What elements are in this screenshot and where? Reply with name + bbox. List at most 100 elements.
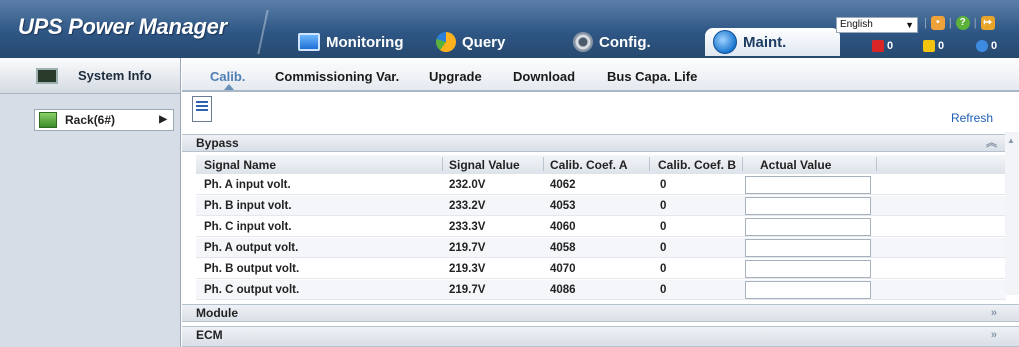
tab-maint[interactable]: Maint.: [705, 28, 840, 56]
actual-value-input[interactable]: [745, 281, 871, 299]
tab-monitoring-label: Monitoring: [326, 33, 404, 51]
system-monitor-icon: [36, 68, 58, 84]
active-tab-marker: [224, 84, 234, 90]
table-row: Ph. A output volt. 219.7V 4058 0: [196, 238, 1006, 258]
pie-chart-icon: [436, 32, 456, 52]
subtab-upgrade[interactable]: Upgrade: [429, 69, 482, 84]
section-title: Module: [196, 306, 238, 320]
signal-value: 219.7V: [449, 242, 486, 254]
section-ecm[interactable]: ECM »: [182, 326, 1019, 347]
calib-coef-b: 0: [660, 284, 667, 296]
actual-value-input[interactable]: [745, 239, 871, 257]
major-alarm-count[interactable]: 0: [923, 40, 944, 52]
column-header: Calib. Coef. B: [658, 158, 737, 172]
title-divider: [257, 10, 269, 54]
scrollbar[interactable]: ▲: [1005, 132, 1019, 295]
document-icon[interactable]: [192, 96, 212, 122]
language-value: English: [840, 19, 873, 30]
sidebar-item-label: System Info: [78, 68, 152, 83]
calib-coef-a: 4062: [550, 179, 576, 191]
calib-coef-b: 0: [660, 221, 667, 233]
critical-alarm-value: 0: [887, 40, 894, 52]
section-title: Bypass: [196, 136, 239, 150]
table-row: Ph. C input volt. 233.3V 4060 0: [196, 217, 1006, 237]
column-divider: [543, 157, 544, 171]
signal-value: 233.2V: [449, 200, 486, 212]
signal-name: Ph. B input volt.: [204, 200, 292, 212]
maint-subtabs: Calib. Commissioning Var. Upgrade Downlo…: [182, 58, 1019, 92]
section-bypass[interactable]: Bypass ︽: [182, 134, 1019, 152]
refresh-link[interactable]: Refresh: [951, 111, 993, 125]
column-divider: [442, 157, 443, 171]
chevron-right-double-icon[interactable]: »: [991, 327, 997, 343]
gear-icon: [573, 32, 593, 52]
info-alarm-count[interactable]: 0: [976, 40, 997, 52]
table-row: Ph. C output volt. 219.7V 4086 0: [196, 280, 1006, 300]
actual-value-input[interactable]: [745, 218, 871, 236]
table-row: Ph. A input volt. 232.0V 4062 0: [196, 175, 1006, 195]
rack-selector[interactable]: Rack(6#) ▶: [34, 109, 174, 131]
actual-value-input[interactable]: [745, 176, 871, 194]
help-icon[interactable]: ?: [955, 16, 970, 30]
calib-coef-a: 4070: [550, 263, 576, 275]
signal-name: Ph. A output volt.: [204, 242, 299, 254]
signal-value: 233.3V: [449, 221, 486, 233]
divider: |: [973, 17, 977, 29]
subtab-commissioning-var[interactable]: Commissioning Var.: [275, 69, 399, 84]
rack-label: Rack(6#): [65, 113, 116, 127]
table-row: Ph. B output volt. 219.3V 4070 0: [196, 259, 1006, 279]
tab-maint-label: Maint.: [743, 33, 787, 51]
table-row: Ph. B input volt. 233.2V 4053 0: [196, 196, 1006, 216]
calib-coef-a: 4086: [550, 284, 576, 296]
actual-value-input[interactable]: [745, 260, 871, 278]
critical-alarm-count[interactable]: 0: [872, 40, 893, 52]
language-select[interactable]: English ▼: [836, 17, 918, 33]
globe-icon: [713, 30, 737, 54]
scroll-up-icon[interactable]: ▲: [1007, 136, 1015, 145]
signal-value: 219.3V: [449, 263, 486, 275]
actual-value-input[interactable]: [745, 197, 871, 215]
signal-name: Ph. C input volt.: [204, 221, 292, 233]
top-icon-bar: | • | ? | ↦: [924, 16, 995, 30]
column-header: Calib. Coef. A: [550, 158, 628, 172]
calib-coef-a: 4058: [550, 242, 576, 254]
section-title: ECM: [196, 328, 223, 342]
tab-config[interactable]: Config.: [565, 28, 659, 56]
tab-config-label: Config.: [599, 33, 651, 51]
subtab-calib[interactable]: Calib.: [210, 69, 245, 84]
chevron-down-icon: ▼: [905, 20, 914, 30]
monitor-icon: [298, 33, 320, 51]
rack-icon: [39, 112, 57, 128]
critical-alarm-icon: [872, 40, 884, 52]
calib-coef-b: 0: [660, 200, 667, 212]
column-divider: [742, 157, 743, 171]
column-divider: [876, 157, 877, 171]
signal-value: 232.0V: [449, 179, 486, 191]
column-divider: [649, 157, 650, 171]
chevron-up-icon[interactable]: ︽: [986, 135, 997, 151]
signal-value: 219.7V: [449, 284, 486, 296]
user-icon[interactable]: •: [930, 16, 945, 30]
table-header: Signal Name Signal Value Calib. Coef. A …: [196, 155, 1006, 174]
column-header: Actual Value: [760, 158, 832, 172]
info-alarm-value: 0: [991, 40, 998, 52]
subtab-download[interactable]: Download: [513, 69, 575, 84]
calib-coef-a: 4053: [550, 200, 576, 212]
sidebar-item-system-info[interactable]: System Info: [0, 58, 180, 94]
info-alarm-icon: [976, 40, 988, 52]
major-alarm-icon: [923, 40, 935, 52]
signal-name: Ph. C output volt.: [204, 284, 300, 296]
chevron-right-double-icon[interactable]: »: [991, 305, 997, 321]
app-title: UPS Power Manager: [18, 14, 227, 39]
subtab-bus-capa-life[interactable]: Bus Capa. Life: [607, 69, 697, 84]
tab-monitoring[interactable]: Monitoring: [290, 28, 411, 56]
section-module[interactable]: Module »: [182, 304, 1019, 322]
tab-query[interactable]: Query: [428, 28, 513, 56]
app-header: UPS Power Manager Monitoring Query Confi…: [0, 0, 1019, 58]
major-alarm-value: 0: [938, 40, 945, 52]
tab-query-label: Query: [462, 33, 506, 51]
calib-coef-b: 0: [660, 179, 667, 191]
divider: |: [924, 17, 927, 29]
logout-icon[interactable]: ↦: [980, 16, 995, 30]
sidebar: System Info Rack(6#) ▶: [0, 58, 181, 347]
